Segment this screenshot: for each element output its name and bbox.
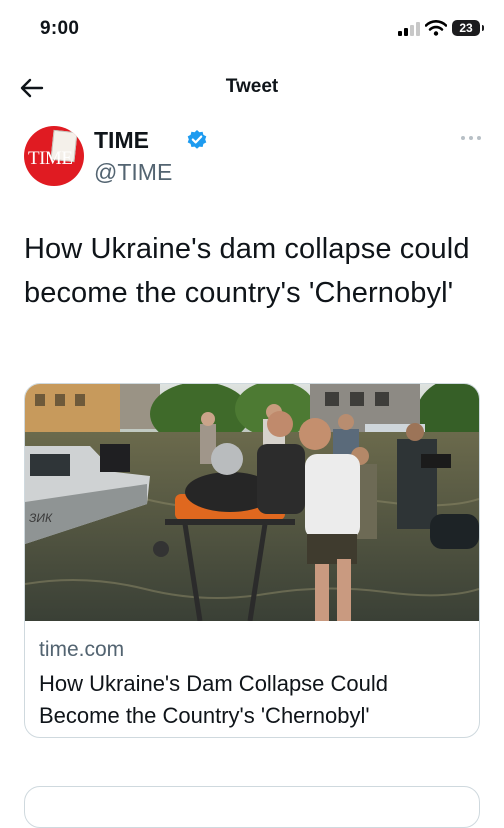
status-bar: 9:00 23 — [0, 0, 504, 60]
tweet-author: TIME TIME @TIME — [24, 126, 483, 190]
link-card[interactable]: ЗИК time.com How Ukraine's Dam Collapse … — [24, 383, 480, 738]
card-title: How Ukraine's Dam Collapse Could Become … — [39, 671, 389, 728]
nav-header: Tweet — [0, 60, 504, 114]
verified-icon — [187, 130, 207, 149]
next-card[interactable] — [24, 786, 480, 828]
page-title: Tweet — [225, 76, 279, 97]
status-time: 9:00 — [40, 18, 80, 39]
avatar-logo-text: TIME — [28, 148, 73, 169]
more-icon[interactable] — [459, 132, 483, 144]
author-name[interactable]: TIME — [94, 127, 149, 154]
battery-icon: 23 — [452, 20, 484, 36]
avatar[interactable]: TIME — [24, 126, 84, 186]
author-handle[interactable]: @TIME — [94, 159, 172, 186]
signal-icon — [398, 22, 420, 36]
card-domain: time.com — [39, 638, 125, 661]
boat-text: ЗИК — [29, 511, 53, 525]
wifi-icon — [425, 20, 447, 36]
battery-level: 23 — [459, 21, 473, 35]
card-image: ЗИК — [25, 384, 479, 621]
tweet-text: How Ukraine's dam collapse could become … — [24, 233, 470, 309]
